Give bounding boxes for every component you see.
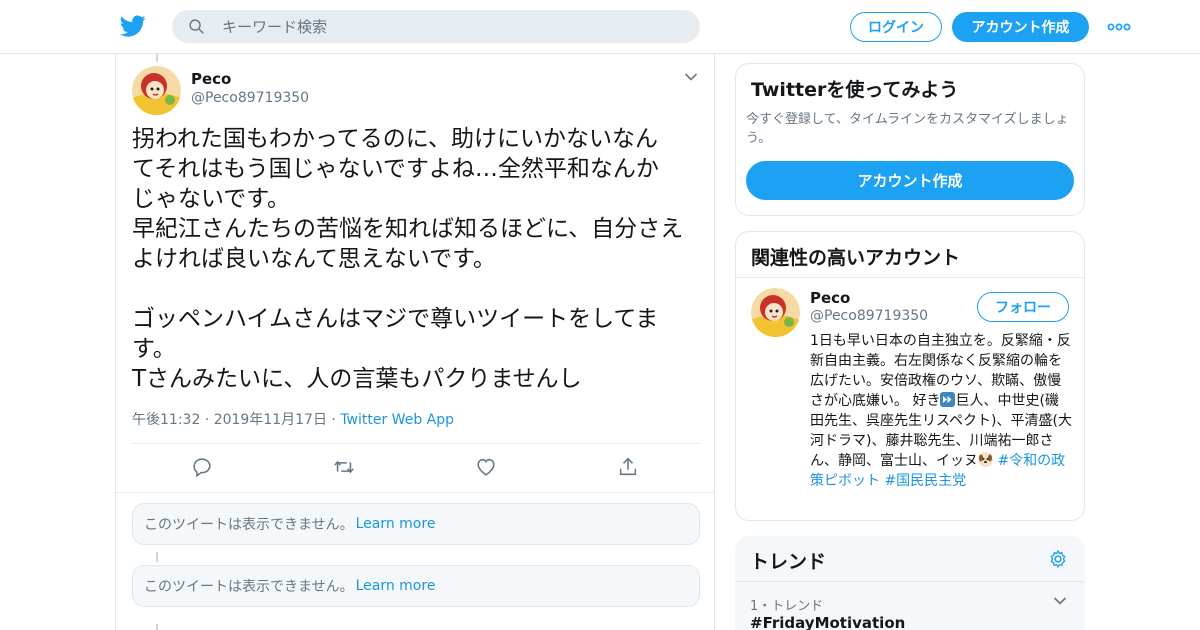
gear-icon[interactable]: [1048, 549, 1068, 569]
learn-more-link[interactable]: Learn more: [356, 578, 436, 594]
reply-icon[interactable]: [191, 456, 213, 478]
divider: [132, 443, 700, 444]
tweet-actions: [116, 454, 714, 484]
tweet-metadata: 午後11:32 · 2019年11月17日 · Twitter Web App: [132, 409, 454, 429]
learn-more-link[interactable]: Learn more: [356, 516, 436, 532]
more-dots-icon[interactable]: [1107, 20, 1131, 34]
retweet-icon[interactable]: [333, 456, 355, 478]
trends-card: トレンド 1・トレンド #FridayMotivation: [735, 536, 1085, 630]
related-accounts-title: 関連性の高いアカウント: [751, 247, 961, 269]
related-account-name[interactable]: Peco: [810, 289, 850, 307]
author-handle[interactable]: @Peco89719350: [191, 90, 309, 106]
chevron-down-icon[interactable]: [1053, 596, 1067, 606]
divider: [736, 277, 1084, 278]
trends-title: トレンド: [750, 551, 827, 573]
thread-connector: [156, 624, 158, 630]
login-button[interactable]: ログイン: [850, 12, 942, 42]
search-icon: [189, 19, 204, 34]
fast-forward-icon: [940, 392, 956, 407]
follow-button[interactable]: フォロー: [977, 292, 1069, 322]
related-account-handle[interactable]: @Peco89719350: [810, 308, 928, 324]
signup-card-title: Twitterを使ってみよう: [751, 79, 959, 101]
unavailable-text: このツイートは表示できません。: [144, 579, 354, 595]
signup-button[interactable]: アカウント作成: [952, 12, 1089, 42]
author-name[interactable]: Peco: [191, 70, 231, 88]
unavailable-tweet-notice: このツイートは表示できません。 Learn more: [132, 565, 700, 607]
signup-card: Twitterを使ってみよう 今すぐ登録して、タイムラインをカスタマイズしましょ…: [735, 63, 1085, 216]
unavailable-text: このツイートは表示できません。: [144, 517, 354, 533]
avatar[interactable]: [751, 288, 800, 337]
related-account-bio: 1日も早い日本の自主独立を。反緊縮・反新自由主義。右左関係なく反緊縮の輪を広げた…: [810, 331, 1072, 491]
trend-rank: 1・トレンド: [750, 599, 824, 614]
dog-face-icon: [978, 452, 993, 467]
tweet-timestamp[interactable]: 午後11:32 · 2019年11月17日 ·: [132, 412, 336, 428]
trend-item[interactable]: #FridayMotivation: [750, 614, 905, 630]
divider: [116, 492, 714, 493]
twitter-bird-icon[interactable]: [120, 13, 146, 39]
tweet-column: Peco @Peco89719350 拐われた国もわかってるのに、助けにいかない…: [115, 54, 715, 630]
top-navigation-bar: ログイン アカウント作成: [0, 0, 1200, 54]
signup-card-subtitle: 今すぐ登録して、タイムラインをカスタマイズしましょう。: [746, 112, 1069, 146]
divider: [735, 581, 1085, 582]
like-icon[interactable]: [475, 456, 497, 478]
avatar[interactable]: [132, 66, 181, 115]
tweet-source-link[interactable]: Twitter Web App: [340, 412, 454, 428]
search-box[interactable]: [172, 10, 700, 43]
share-icon[interactable]: [617, 456, 639, 478]
search-input[interactable]: [222, 10, 682, 43]
thread-connector: [156, 552, 158, 562]
thread-connector: [156, 54, 158, 62]
unavailable-tweet-notice: このツイートは表示できません。 Learn more: [132, 503, 700, 545]
related-accounts-card: 関連性の高いアカウント Peco @Peco89719350 フォロー 1日も早…: [735, 231, 1085, 521]
tweet-text: 拐われた国もわかってるのに、助けにいかないなん てそれはもう国じゃないですよね……: [132, 126, 684, 392]
chevron-down-icon[interactable]: [684, 72, 698, 82]
signup-card-button[interactable]: アカウント作成: [746, 161, 1074, 200]
